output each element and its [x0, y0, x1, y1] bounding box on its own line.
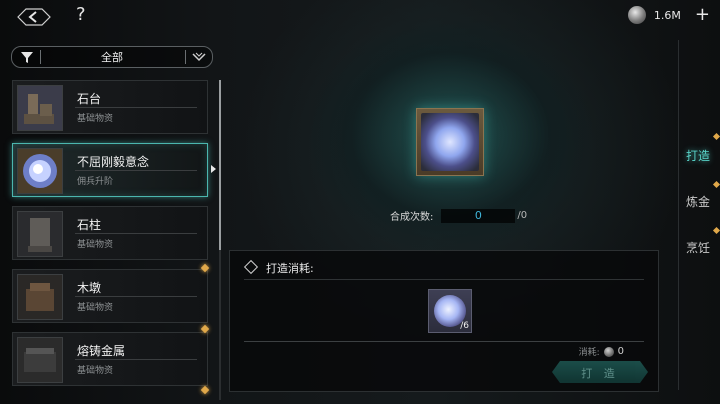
craft-count-row: 合成次数: 0 /0 [390, 208, 527, 223]
chevron-down-icon [192, 52, 206, 62]
item-name: 不屈刚毅意念 [77, 155, 150, 169]
item-name: 木墩 [77, 281, 102, 295]
currency-display: 1.6M + [627, 4, 710, 26]
item-category: 基础物资 [77, 303, 114, 313]
consume-value: 0 [617, 346, 624, 357]
item-thumbnail [17, 211, 63, 257]
list-item[interactable]: 熔铸金属 基础物资 [12, 332, 208, 386]
cost-title: 打造消耗: [266, 262, 314, 275]
forge-button[interactable]: 打 造 [552, 361, 648, 383]
forge-cost-panel: 打造消耗: /6 消耗: 0 打 造 [229, 250, 659, 392]
cost-item-slot[interactable]: /6 [428, 289, 472, 333]
add-currency-button[interactable]: + [695, 6, 710, 24]
item-separator [75, 359, 197, 360]
result-item-slot[interactable] [416, 108, 484, 176]
diamond-outline-icon [243, 259, 259, 275]
cost-divider [244, 279, 644, 280]
item-separator [75, 296, 197, 297]
item-name: 石台 [77, 92, 102, 106]
result-item-icon [421, 113, 479, 171]
forge-button-label: 打 造 [581, 367, 619, 380]
item-category: 基础物资 [77, 114, 114, 124]
consume-label: 消耗: [578, 348, 600, 358]
item-name: 熔铸金属 [77, 344, 126, 358]
filter-label: 全部 [101, 51, 123, 64]
list-item[interactable]: 木墩 基础物资 [12, 269, 208, 323]
back-icon[interactable] [14, 4, 54, 30]
list-item[interactable]: 石柱 基础物资 [12, 206, 208, 260]
list-item[interactable]: 石台 基础物资 [12, 80, 208, 134]
recipe-list: 石台 基础物资 不屈刚毅意念 佣兵升阶 石柱 基础物资 木墩 基础物资 熔铸金属… [12, 80, 210, 395]
item-category: 基础物资 [77, 366, 114, 376]
item-thumbnail [17, 148, 63, 194]
item-separator [75, 170, 197, 171]
item-thumbnail [17, 337, 63, 383]
item-thumbnail [17, 274, 63, 320]
consume-row: 消耗: 0 [579, 345, 624, 358]
scrollbar[interactable] [219, 80, 221, 250]
list-item[interactable]: 不屈刚毅意念 佣兵升阶 [12, 143, 208, 197]
coin-icon [603, 346, 614, 357]
craft-count-input[interactable]: 0 [441, 208, 516, 223]
tab-cook[interactable]: 烹饪 [686, 239, 710, 256]
item-category: 佣兵升阶 [77, 177, 114, 187]
cost-item-count: /6 [460, 321, 469, 331]
coin-icon [627, 6, 646, 24]
item-category: 基础物资 [77, 240, 114, 250]
tabs-divider [678, 40, 679, 390]
item-name: 石柱 [77, 218, 102, 232]
cost-divider [244, 341, 644, 342]
item-thumbnail [17, 85, 63, 131]
tab-forge[interactable]: 打造 [686, 147, 710, 164]
item-separator [75, 107, 197, 108]
item-separator [75, 233, 197, 234]
filter-dropdown[interactable]: 全部 [11, 46, 213, 68]
help-button[interactable]: ? [76, 4, 86, 25]
craft-count-max: /0 [517, 210, 528, 221]
tab-alchemy[interactable]: 炼金 [686, 193, 710, 210]
filter-divider [185, 50, 186, 64]
selection-arrow-icon [211, 165, 216, 173]
craft-count-label: 合成次数: [390, 212, 434, 223]
currency-value: 1.6M [653, 8, 681, 22]
